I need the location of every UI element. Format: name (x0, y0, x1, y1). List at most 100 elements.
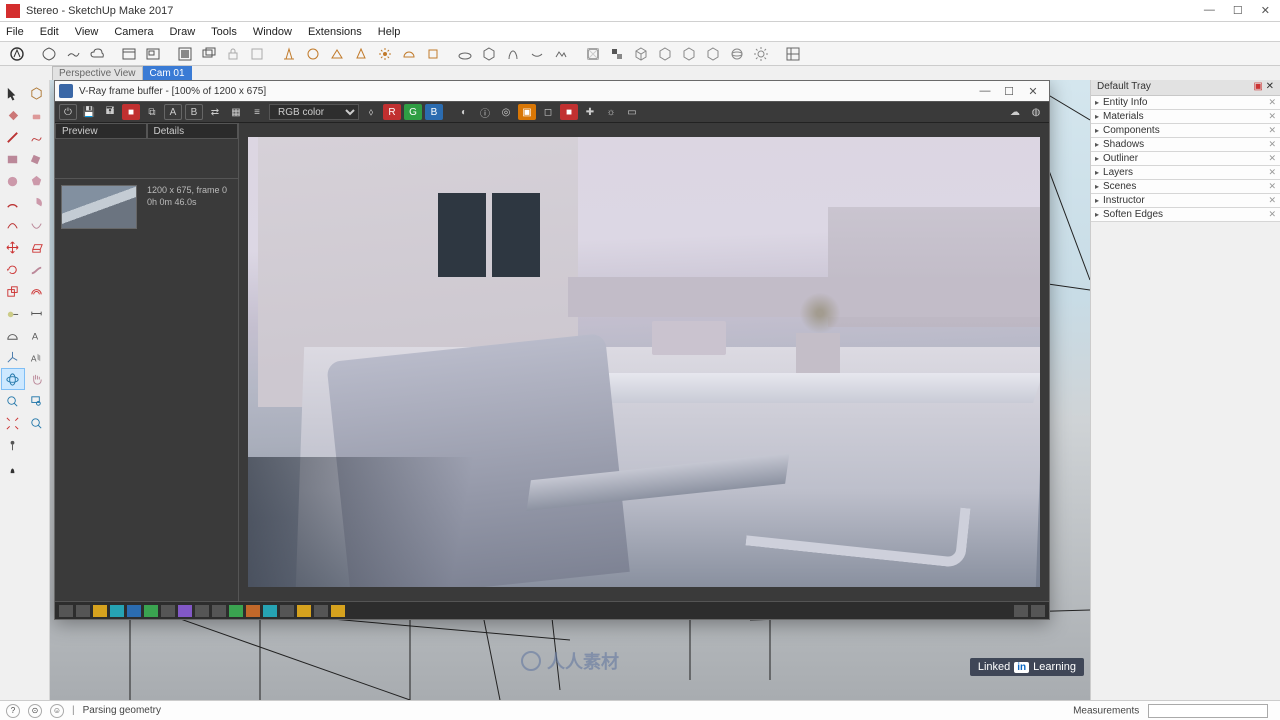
vfb-history-thumbnail[interactable] (61, 185, 137, 229)
vfb-a-button[interactable]: A (164, 104, 182, 120)
render-icon[interactable] (38, 44, 60, 64)
position-camera-icon[interactable] (1, 434, 25, 456)
menu-edit[interactable]: Edit (38, 24, 61, 40)
vfb-green-channel[interactable]: G (404, 104, 422, 120)
vfb-history-icon[interactable]: ▭ (623, 104, 641, 120)
vfb-st-8[interactable] (178, 605, 192, 617)
vfb-stop-icon[interactable]: ■ (560, 104, 578, 120)
tool-cube4-icon[interactable] (702, 44, 724, 64)
maximize-button[interactable]: ☐ (1233, 4, 1243, 17)
tray-outliner[interactable]: ▸Outliner✕ (1091, 152, 1280, 166)
infinite-plane-icon[interactable] (454, 44, 476, 64)
vfb-st-right2[interactable] (1031, 605, 1045, 617)
vfb-save-icon[interactable]: 💾 (80, 104, 98, 120)
vfb-b-button[interactable]: B (185, 104, 203, 120)
tray-scenes[interactable]: ▸Scenes✕ (1091, 180, 1280, 194)
freehand-icon[interactable] (25, 126, 49, 148)
vfb-st-5[interactable] (127, 605, 141, 617)
vfb-render-area[interactable] (239, 123, 1049, 601)
tray-components[interactable]: ▸Components✕ (1091, 124, 1280, 138)
cloud-icon[interactable] (86, 44, 108, 64)
tape-tool-icon[interactable] (1, 302, 25, 324)
zoom-tool-icon[interactable] (1, 390, 25, 412)
orbit-tool-icon[interactable] (1, 368, 25, 390)
frame-buffer-icon[interactable] (174, 44, 196, 64)
menu-camera[interactable]: Camera (112, 24, 155, 40)
text-tool-icon[interactable]: A (25, 324, 49, 346)
vfb-blue-channel[interactable]: B (425, 104, 443, 120)
close-button[interactable]: ✕ (1261, 4, 1270, 17)
asset-editor-icon[interactable] (782, 44, 804, 64)
vfb-red-channel[interactable]: R (383, 104, 401, 120)
help-icon[interactable]: ? (6, 704, 20, 718)
vfb-maximize-button[interactable]: ☐ (997, 85, 1021, 98)
minimize-button[interactable]: — (1204, 4, 1215, 17)
dimension-icon[interactable] (25, 302, 49, 324)
model-viewport[interactable]: www.rrcg.cn V-Ray frame buffer - [100% o… (50, 80, 1090, 700)
vfb-st-15[interactable] (297, 605, 311, 617)
paint-bucket-icon[interactable] (1, 104, 25, 126)
batch-render-icon[interactable] (198, 44, 220, 64)
vfb-target-icon[interactable]: ✚ (581, 104, 599, 120)
menu-view[interactable]: View (73, 24, 101, 40)
light-icon[interactable] (278, 44, 300, 64)
vfb-copy-icon[interactable]: ⧉ (143, 104, 161, 120)
vfb-st-3[interactable] (93, 605, 107, 617)
vfb-st-1[interactable] (59, 605, 73, 617)
vfb-power-icon[interactable]: ⏻ (59, 104, 77, 120)
vfb-minimize-button[interactable]: — (973, 85, 997, 97)
proxy-icon[interactable] (478, 44, 500, 64)
tray-entity-info[interactable]: ▸Entity Info✕ (1091, 96, 1280, 110)
export-icon[interactable] (246, 44, 268, 64)
vfb-st-17[interactable] (331, 605, 345, 617)
pan-tool-icon[interactable] (25, 368, 48, 390)
vfb-settings-icon[interactable]: ◍ (1027, 104, 1045, 120)
vfb-link-icon[interactable]: ⬨ (362, 104, 380, 120)
menu-draw[interactable]: Draw (167, 24, 197, 40)
vfb-st-2[interactable] (76, 605, 90, 617)
axes-tool-icon[interactable] (1, 346, 25, 368)
tool-gear-icon[interactable] (750, 44, 772, 64)
spot-light-icon[interactable] (350, 44, 372, 64)
rectangle-tool-icon[interactable] (1, 148, 25, 170)
offset-tool-icon[interactable] (25, 280, 49, 302)
vfb-st-13[interactable] (263, 605, 277, 617)
followme-icon[interactable] (25, 258, 49, 280)
vfb-menu-icon[interactable]: ≡ (248, 104, 266, 120)
scene-tab-perspective[interactable]: Perspective View (52, 66, 143, 80)
polygon-tool-icon[interactable] (25, 170, 49, 192)
vray-logo-icon[interactable] (6, 44, 28, 64)
vfb-swap-icon[interactable]: ⇄ (206, 104, 224, 120)
vfb-title-bar[interactable]: V-Ray frame buffer - [100% of 1200 x 675… (55, 81, 1049, 101)
vfb-st-11[interactable] (229, 605, 243, 617)
vray-frame-buffer-window[interactable]: V-Ray frame buffer - [100% of 1200 x 675… (54, 80, 1050, 620)
plane-light-icon[interactable] (326, 44, 348, 64)
menu-help[interactable]: Help (376, 24, 403, 40)
3pt-arc-icon[interactable] (25, 214, 49, 236)
vfb-st-9[interactable] (195, 605, 209, 617)
pushpull-icon[interactable] (25, 236, 49, 258)
zoom-extents-icon[interactable] (1, 412, 25, 434)
dome-light-icon[interactable] (398, 44, 420, 64)
vfb-pick-icon[interactable]: ◎ (497, 104, 515, 120)
tool-sphere-icon[interactable] (726, 44, 748, 64)
vfb-st-4[interactable] (110, 605, 124, 617)
mesh-light-icon[interactable] (422, 44, 444, 64)
select-tool-icon[interactable] (1, 82, 25, 104)
tray-soften-edges[interactable]: ▸Soften Edges✕ (1091, 208, 1280, 222)
rotated-rect-icon[interactable] (25, 148, 49, 170)
pie-tool-icon[interactable] (25, 192, 49, 214)
circle-tool-icon[interactable] (1, 170, 25, 192)
vfb-st-6[interactable] (144, 605, 158, 617)
vfb-st-right1[interactable] (1014, 605, 1028, 617)
lock-icon[interactable] (222, 44, 244, 64)
tool-cube2-icon[interactable] (654, 44, 676, 64)
fur-icon[interactable] (502, 44, 524, 64)
tool-cube1-icon[interactable] (630, 44, 652, 64)
protractor-icon[interactable] (1, 324, 25, 346)
vfb-tab-details[interactable]: Details (147, 123, 239, 139)
viewport-render-icon[interactable] (118, 44, 140, 64)
look-around-icon[interactable] (25, 434, 49, 456)
measurements-input[interactable] (1148, 704, 1268, 718)
scale-tool-icon[interactable] (1, 280, 25, 302)
